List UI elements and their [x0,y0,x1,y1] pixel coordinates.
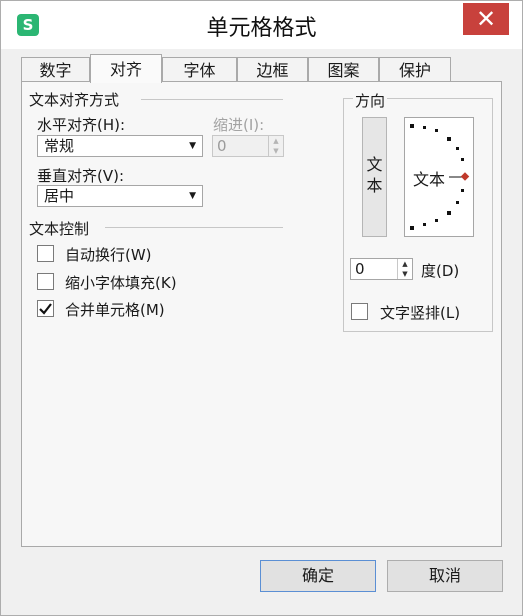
orientation-title: 方向 [353,90,388,111]
format-cells-dialog: S 单元格格式 ✕ 数字 对齐 字体 边框 图案 保护 文本对齐方式 水平对齐(… [0,0,523,616]
tab-number[interactable]: 数字 [21,57,90,82]
shrink-to-fit-label[interactable]: 缩小字体填充(K) [65,272,177,293]
degree-value: 0 [355,260,365,278]
degree-stepper[interactable]: 0 ▲ ▼ [350,258,413,280]
merge-cells-checkbox[interactable] [37,300,54,317]
divider [141,99,283,100]
spin-down-icon[interactable]: ▼ [269,146,283,156]
horizontal-text-sample: 文本 [413,170,446,189]
cancel-button[interactable]: 取消 [387,560,503,592]
chevron-down-icon: ▼ [189,191,196,201]
title-bar: S 单元格格式 ✕ [1,1,522,49]
vertical-align-label: 垂直对齐(V): [37,167,125,185]
vertical-align-select[interactable]: 居中 ▼ [37,185,203,207]
wrap-text-label[interactable]: 自动换行(W) [65,244,152,265]
shrink-to-fit-checkbox[interactable] [37,273,54,290]
tab-protection[interactable]: 保护 [379,57,451,82]
spin-up-icon[interactable]: ▲ [269,136,283,146]
tab-border[interactable]: 边框 [237,57,308,82]
spin-down-icon[interactable]: ▼ [398,269,412,279]
wrap-text-checkbox[interactable] [37,245,54,262]
vertical-text-button[interactable]: 文本 [362,117,387,237]
tab-font[interactable]: 字体 [162,57,237,82]
text-control-title: 文本控制 [29,220,90,238]
chevron-down-icon: ▼ [189,141,196,151]
degree-label: 度(D) [421,262,460,280]
horizontal-align-label: 水平对齐(H): [37,116,126,134]
close-icon: ✕ [475,5,497,33]
horizontal-align-select[interactable]: 常规 ▼ [37,135,203,157]
vertical-stack-label[interactable]: 文字竖排(L) [380,302,460,323]
close-button[interactable]: ✕ [463,3,509,35]
vertical-stack-checkbox[interactable] [351,303,368,320]
indent-stepper[interactable]: 0 ▲ ▼ [212,135,284,157]
text-alignment-title: 文本对齐方式 [29,91,120,109]
tab-alignment[interactable]: 对齐 [90,54,162,83]
checkmark-icon [39,303,52,315]
degree-stepper-buttons: ▲ ▼ [397,259,412,279]
orientation-dial[interactable]: 文本 [404,117,474,237]
vertical-align-value: 居中 [44,187,75,205]
indent-stepper-buttons: ▲ ▼ [268,136,283,156]
vertical-text-label: 文本 [366,155,383,195]
merge-cells-label[interactable]: 合并单元格(M) [65,299,165,320]
tab-pattern[interactable]: 图案 [308,57,379,82]
dialog-title: 单元格格式 [206,16,317,41]
horizontal-align-value: 常规 [44,137,75,155]
indent-label: 缩进(I): [213,116,265,134]
ok-button[interactable]: 确定 [260,560,376,592]
indent-value: 0 [217,137,227,155]
divider [105,227,283,228]
spin-up-icon[interactable]: ▲ [398,259,412,269]
